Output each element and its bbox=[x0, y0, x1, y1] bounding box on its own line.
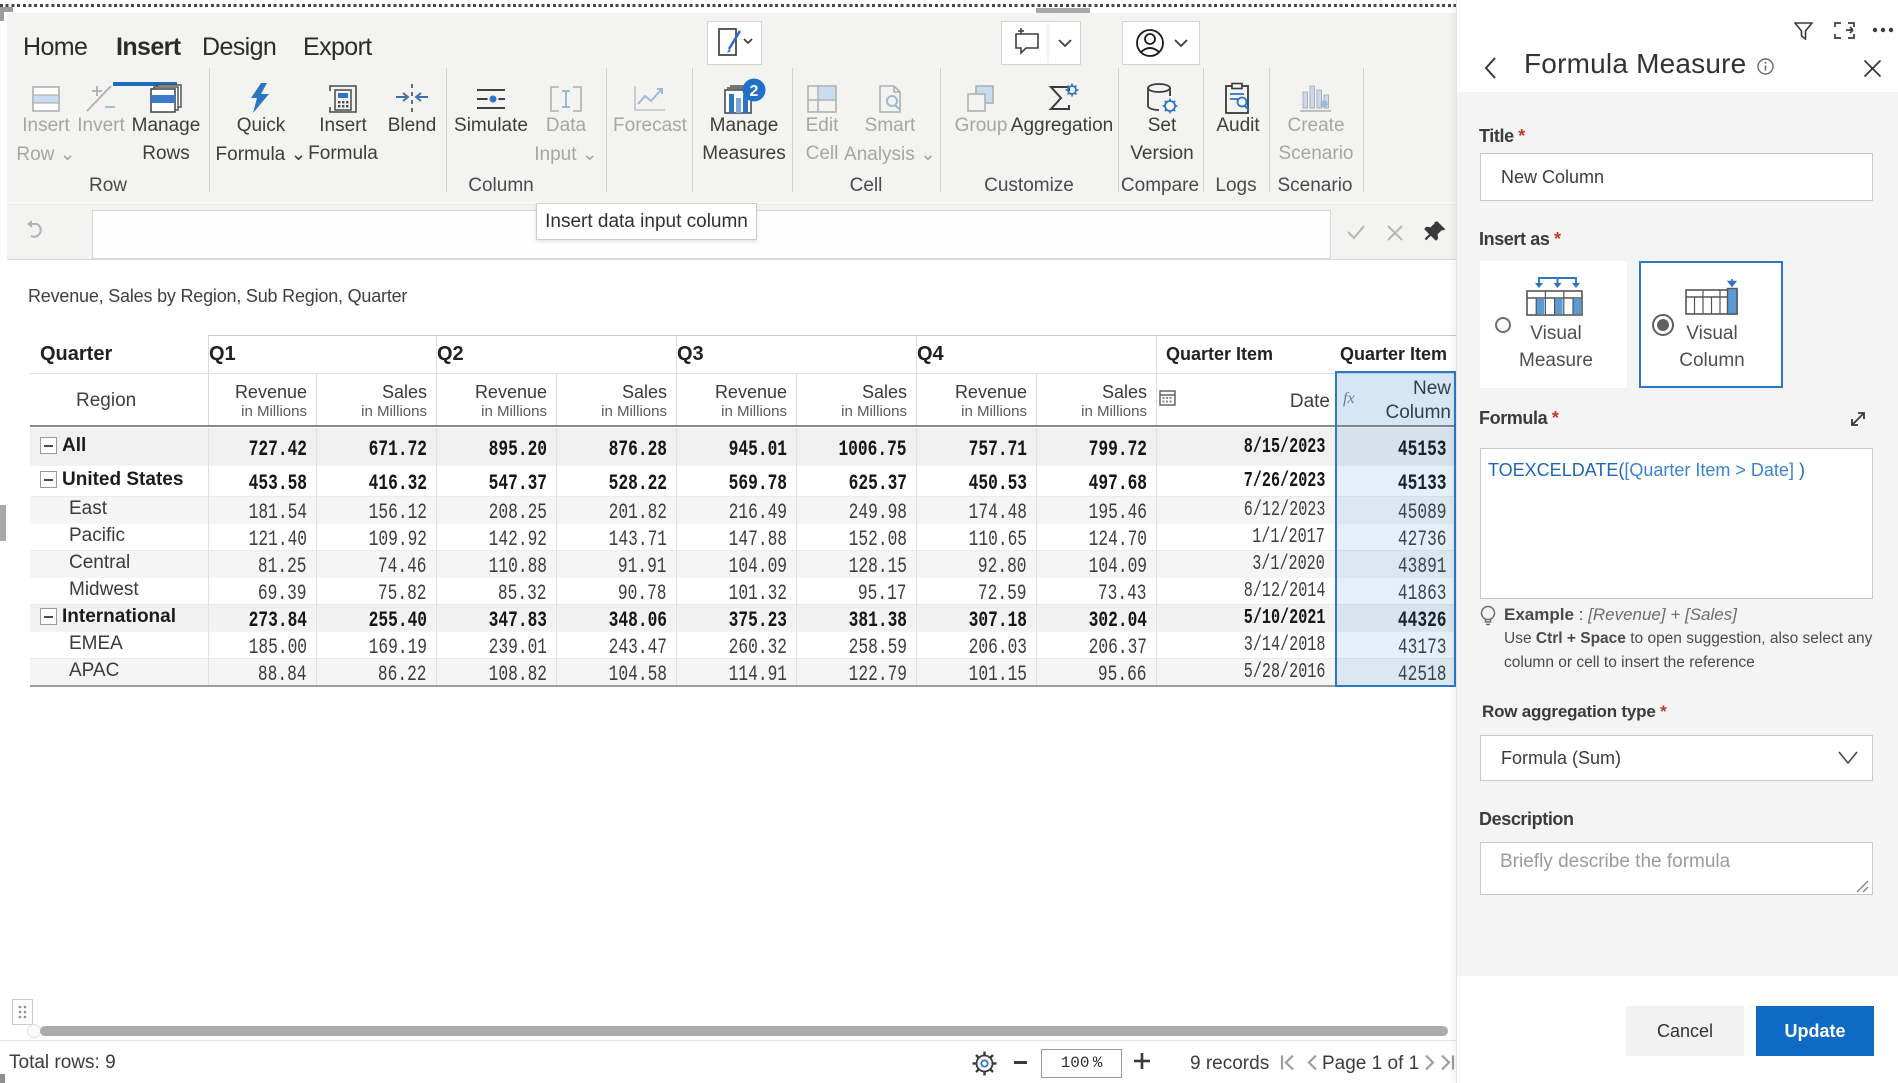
svg-text:2: 2 bbox=[750, 83, 759, 100]
